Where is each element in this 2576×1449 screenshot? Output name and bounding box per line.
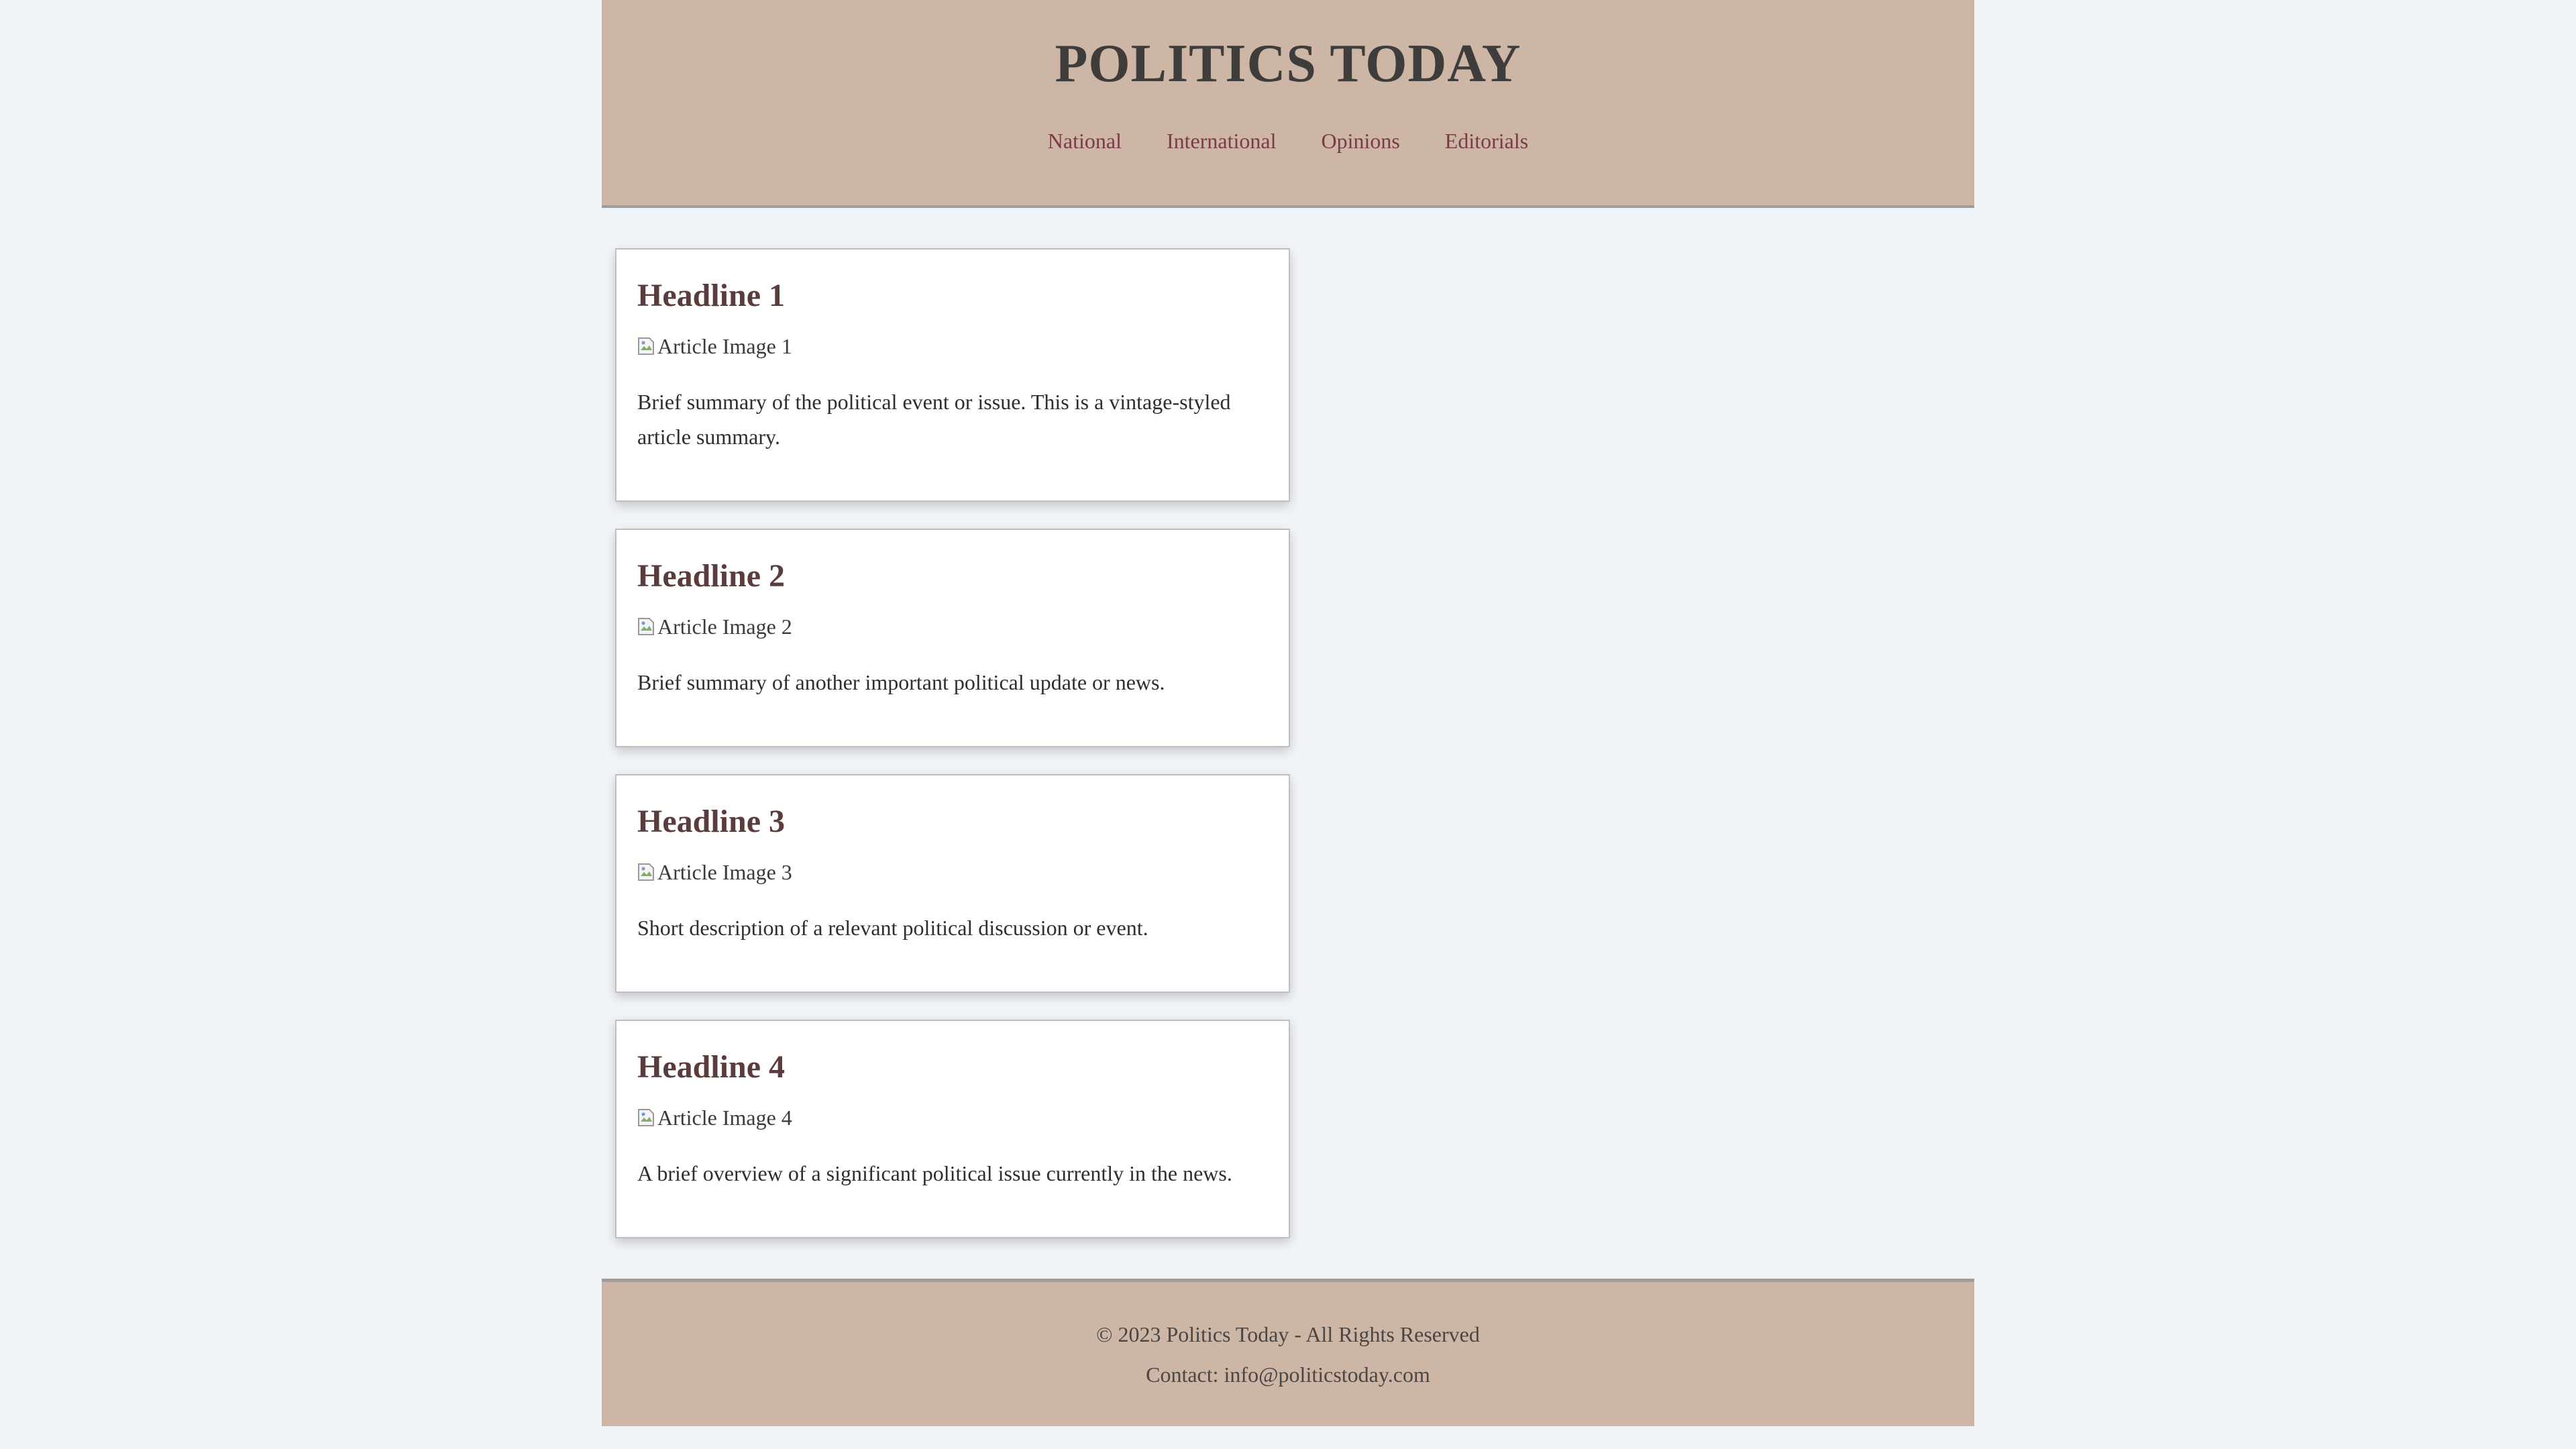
site-footer: © 2023 Politics Today - All Rights Reser… <box>602 1279 1974 1426</box>
article-image: Article Image 2 <box>637 613 1268 640</box>
nav-link-editorials[interactable]: Editorials <box>1445 125 1528 157</box>
article-headline[interactable]: Headline 2 <box>637 557 1268 596</box>
article-summary: Brief summary of another important polit… <box>637 670 1165 694</box>
article-image-alt: Article Image 4 <box>657 1106 792 1130</box>
article-list: Headline 1 Article Image 1 Brief summary… <box>615 248 1290 1265</box>
nav-link-opinions[interactable]: Opinions <box>1321 125 1399 157</box>
article-image: Article Image 4 <box>637 1104 1268 1131</box>
article-summary: Short description of a relevant politica… <box>637 916 1148 940</box>
page: POLITICS TODAY National International Op… <box>602 0 1974 1426</box>
article-headline[interactable]: Headline 3 <box>637 802 1268 841</box>
nav-link-national[interactable]: National <box>1048 125 1122 157</box>
article-image: Article Image 3 <box>637 859 1268 885</box>
article-card: Headline 1 Article Image 1 Brief summary… <box>615 248 1290 502</box>
article-image-alt: Article Image 1 <box>657 334 792 358</box>
article-image: Article Image 1 <box>637 333 1268 360</box>
article-card: Headline 3 Article Image 3 Short descrip… <box>615 774 1290 993</box>
site-title: POLITICS TODAY <box>1055 34 1521 93</box>
broken-image-icon <box>637 616 656 637</box>
nav-link-international[interactable]: International <box>1167 125 1276 157</box>
article-image-alt: Article Image 2 <box>657 614 792 639</box>
article-card: Headline 4 Article Image 4 A brief overv… <box>615 1020 1290 1238</box>
article-headline[interactable]: Headline 1 <box>637 276 1268 315</box>
article-image-alt: Article Image 3 <box>657 860 792 884</box>
footer-contact: Contact: info@politicstoday.com <box>1146 1362 1430 1387</box>
broken-image-icon <box>637 335 656 357</box>
footer-copyright: © 2023 Politics Today - All Rights Reser… <box>1096 1322 1480 1346</box>
article-headline[interactable]: Headline 4 <box>637 1048 1268 1087</box>
site-header: POLITICS TODAY National International Op… <box>602 0 1974 208</box>
article-summary: Brief summary of the political event or … <box>637 390 1231 449</box>
article-card: Headline 2 Article Image 2 Brief summary… <box>615 529 1290 747</box>
broken-image-icon <box>637 861 656 883</box>
main-nav: National International Opinions Editoria… <box>602 125 1974 157</box>
article-summary: A brief overview of a significant politi… <box>637 1161 1232 1185</box>
broken-image-icon <box>637 1107 656 1128</box>
